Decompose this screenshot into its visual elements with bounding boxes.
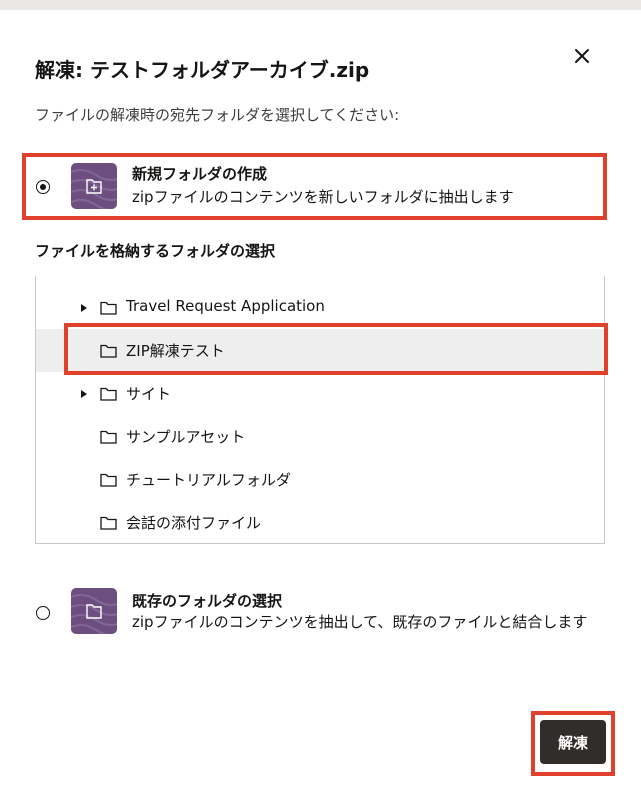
folder-row-travel-request[interactable]: Travel Request Application (36, 286, 604, 329)
folder-icon (100, 473, 117, 487)
close-button[interactable] (566, 44, 598, 68)
existing-folder-icon (71, 588, 117, 634)
folder-icon (100, 301, 117, 315)
expand-caret-icon[interactable] (81, 390, 87, 398)
folder-label: Travel Request Application (126, 297, 325, 315)
close-icon (575, 49, 589, 63)
folder-label: チュートリアルフォルダ (126, 471, 291, 489)
folder-tree: Travel Request Application ZIP解凍テスト サイト … (35, 276, 605, 544)
folder-label: サンプルアセット (126, 428, 246, 446)
new-folder-title: 新規フォルダの作成 (132, 165, 268, 183)
new-folder-description: zipファイルのコンテンツを新しいフォルダに抽出します (132, 188, 514, 206)
folder-label: ZIP解凍テスト (126, 342, 225, 360)
folder-icon (100, 387, 117, 401)
folder-row-zip-test[interactable]: ZIP解凍テスト (36, 329, 604, 372)
dialog-subtitle: ファイルの解凍時の宛先フォルダを選択してください: (35, 106, 400, 124)
folder-section-label: ファイルを格納するフォルダの選択 (35, 242, 276, 260)
extract-button[interactable]: 解凍 (540, 720, 606, 764)
folder-row-sample-assets[interactable]: サンプルアセット (36, 415, 604, 458)
existing-folder-title: 既存のフォルダの選択 (132, 592, 283, 610)
folder-row-tutorial[interactable]: チュートリアルフォルダ (36, 458, 604, 501)
new-folder-radio[interactable] (36, 180, 50, 194)
existing-folder-radio[interactable] (36, 606, 50, 620)
folder-icon (100, 344, 117, 358)
folder-label: サイト (126, 385, 172, 403)
folder-label: 会話の添付ファイル (126, 514, 262, 532)
folder-row-site[interactable]: サイト (36, 372, 604, 415)
folder-row-conversation-attachments[interactable]: 会話の添付ファイル (36, 501, 604, 543)
dialog-title: 解凍: テストフォルダアーカイブ.zip (35, 58, 370, 82)
backdrop-strip (0, 0, 641, 10)
folder-icon (100, 430, 117, 444)
new-folder-icon (71, 163, 117, 209)
existing-folder-description: zipファイルのコンテンツを抽出して、既存のファイルと結合します (132, 613, 588, 631)
folder-icon (100, 516, 117, 530)
new-folder-option[interactable]: 新規フォルダの作成 zipファイルのコンテンツを新しいフォルダに抽出します (22, 153, 606, 219)
existing-folder-option[interactable]: 既存のフォルダの選択 zipファイルのコンテンツを抽出して、既存のファイルと結合… (22, 582, 606, 662)
extract-dialog: 解凍: テストフォルダアーカイブ.zip ファイルの解凍時の宛先フォルダを選択し… (0, 10, 641, 800)
expand-caret-icon[interactable] (81, 304, 87, 312)
